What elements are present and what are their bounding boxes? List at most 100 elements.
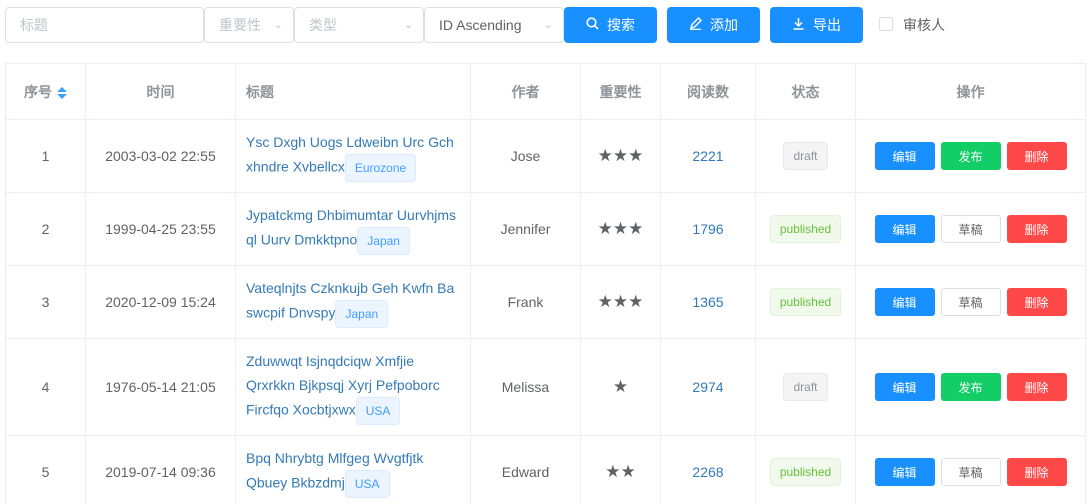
delete-button[interactable]: 删除 xyxy=(1006,458,1067,486)
col-reads-header: 阅读数 xyxy=(660,63,756,120)
delete-button[interactable]: 删除 xyxy=(1006,215,1067,243)
reviewer-checkbox[interactable] xyxy=(879,17,893,31)
type-select[interactable]: 类型 ⌄ xyxy=(294,7,424,43)
row-author: Frank xyxy=(470,265,581,339)
publish-button[interactable]: 发布 xyxy=(940,373,1001,401)
table-body: 1 2003-03-02 22:55 Ysc Dxgh Uogs Ldweibn U… xyxy=(5,119,1086,504)
col-status-header: 状态 xyxy=(755,63,856,120)
star-icon: ★★★ xyxy=(597,219,644,238)
row-id: 2 xyxy=(5,192,86,266)
table-row: 1 2003-03-02 22:55 Ysc Dxgh Uogs Ldweibn U… xyxy=(5,119,1086,193)
delete-button[interactable]: 删除 xyxy=(1006,288,1067,316)
row-importance: ★★★ xyxy=(580,265,661,339)
add-label: 添加 xyxy=(710,17,738,33)
row-title-cell: Vateqlnjts Czknkujb Geh Kwfn Ba swcpif D… xyxy=(235,265,471,339)
edit-icon xyxy=(689,8,702,44)
edit-button[interactable]: 编辑 xyxy=(874,373,935,401)
col-actions-header: 操作 xyxy=(855,63,1086,120)
row-author: Edward xyxy=(470,435,581,504)
chevron-down-icon: ⌄ xyxy=(273,19,283,31)
publish-button[interactable]: 发布 xyxy=(940,142,1001,170)
table-row: 2 1999-04-25 23:55 Jypatckmg Dhbimumtar Uu… xyxy=(5,192,1086,266)
edit-button[interactable]: 编辑 xyxy=(874,458,935,486)
row-type-tag: Eurozone xyxy=(344,154,417,182)
delete-button[interactable]: 删除 xyxy=(1006,142,1067,170)
row-reads-cell: 2221 xyxy=(660,119,756,193)
status-badge: draft xyxy=(783,142,828,170)
row-type-tag: Japan xyxy=(357,227,410,255)
title-placeholder: 标题 xyxy=(20,17,48,33)
status-badge: published xyxy=(769,215,842,243)
star-icon: ★ xyxy=(612,377,629,396)
row-actions: 编辑 发布 删除 xyxy=(855,119,1086,193)
status-badge: published xyxy=(769,288,842,316)
importance-select[interactable]: 重要性 ⌄ xyxy=(204,7,294,43)
row-type-tag: USA xyxy=(355,397,401,425)
col-author-header: 作者 xyxy=(470,63,581,120)
row-reads: 2221 xyxy=(692,148,724,164)
row-status-cell: published xyxy=(755,435,856,504)
row-actions: 编辑 草稿 删除 xyxy=(855,435,1086,504)
type-placeholder: 类型 xyxy=(309,17,337,33)
row-title-link[interactable]: Zduwwqt Isjnqdciqw Xmfjie Qrxrkkn Bjkpsq… xyxy=(246,353,440,418)
star-icon: ★★★ xyxy=(597,292,644,311)
row-title-cell: Jypatckmg Dhbimumtar Uurvhjms ql Uurv Dm… xyxy=(235,192,471,266)
row-actions: 编辑 发布 删除 xyxy=(855,338,1086,436)
col-importance-header: 重要性 xyxy=(580,63,661,120)
row-author: Melissa xyxy=(470,338,581,436)
row-time: 2019-07-14 09:36 xyxy=(85,435,236,504)
row-id: 3 xyxy=(5,265,86,339)
row-reads-cell: 2974 xyxy=(660,338,756,436)
row-time: 1999-04-25 23:55 xyxy=(85,192,236,266)
row-reads: 2268 xyxy=(692,464,724,480)
sort-select[interactable]: ID Ascending ⌄ xyxy=(424,7,564,43)
row-id: 4 xyxy=(5,338,86,436)
importance-placeholder: 重要性 xyxy=(219,17,261,33)
row-reads-cell: 1796 xyxy=(660,192,756,266)
row-reads: 1796 xyxy=(692,221,724,237)
row-author: Jennifer xyxy=(470,192,581,266)
row-status-cell: draft xyxy=(755,338,856,436)
edit-button[interactable]: 编辑 xyxy=(874,288,935,316)
draft-button[interactable]: 草稿 xyxy=(940,215,1001,243)
filter-title-input[interactable]: 标题 xyxy=(5,7,204,43)
row-title-cell: Bpq Nhrybtg Mlfgeg Wvgtfjtk Qbuey Bkbzdm… xyxy=(235,435,471,504)
edit-button[interactable]: 编辑 xyxy=(874,215,935,243)
edit-button[interactable]: 编辑 xyxy=(874,142,935,170)
row-author: Jose xyxy=(470,119,581,193)
row-reads: 1365 xyxy=(692,294,724,310)
row-reads-cell: 1365 xyxy=(660,265,756,339)
row-title-link[interactable]: Jypatckmg Dhbimumtar Uurvhjms ql Uurv Dm… xyxy=(246,207,456,248)
search-button[interactable]: 搜索 xyxy=(564,7,657,43)
reviewer-label[interactable]: 审核人 xyxy=(903,15,945,35)
sort-value: ID Ascending xyxy=(439,17,522,33)
row-importance: ★ xyxy=(580,338,661,436)
row-time: 2003-03-02 22:55 xyxy=(85,119,236,193)
draft-button[interactable]: 草稿 xyxy=(940,288,1001,316)
row-time: 1976-05-14 21:05 xyxy=(85,338,236,436)
add-button[interactable]: 添加 xyxy=(667,7,760,43)
row-reads-cell: 2268 xyxy=(660,435,756,504)
table-row: 3 2020-12-09 15:24 Vateqlnjts Czknkujb Geh… xyxy=(5,265,1086,339)
export-label: 导出 xyxy=(813,17,841,33)
table-row: 5 2019-07-14 09:36 Bpq Nhrybtg Mlfgeg Wvgt… xyxy=(5,435,1086,504)
row-importance: ★★ xyxy=(580,435,661,504)
chevron-down-icon: ⌄ xyxy=(403,19,413,31)
status-badge: draft xyxy=(783,373,828,401)
sort-caret-icon[interactable] xyxy=(57,86,67,100)
col-time-header: 时间 xyxy=(85,63,236,120)
row-importance: ★★★ xyxy=(580,192,661,266)
row-status-cell: published xyxy=(755,192,856,266)
row-title-link[interactable]: Bpq Nhrybtg Mlfgeg Wvgtfjtk Qbuey Bkbzdm… xyxy=(246,450,423,491)
row-type-tag: Japan xyxy=(335,300,389,328)
chevron-down-icon: ⌄ xyxy=(543,19,553,31)
draft-button[interactable]: 草稿 xyxy=(940,458,1001,486)
delete-button[interactable]: 删除 xyxy=(1006,373,1067,401)
col-id-header[interactable]: 序号 xyxy=(5,63,86,120)
search-icon xyxy=(586,8,599,44)
row-title-cell: Ysc Dxgh Uogs Ldweibn Urc Gch xhndre Xvb… xyxy=(235,119,471,193)
row-id: 1 xyxy=(5,119,86,193)
row-type-tag: USA xyxy=(344,470,390,498)
export-button[interactable]: 导出 xyxy=(770,7,863,43)
col-title-header: 标题 xyxy=(235,63,471,120)
